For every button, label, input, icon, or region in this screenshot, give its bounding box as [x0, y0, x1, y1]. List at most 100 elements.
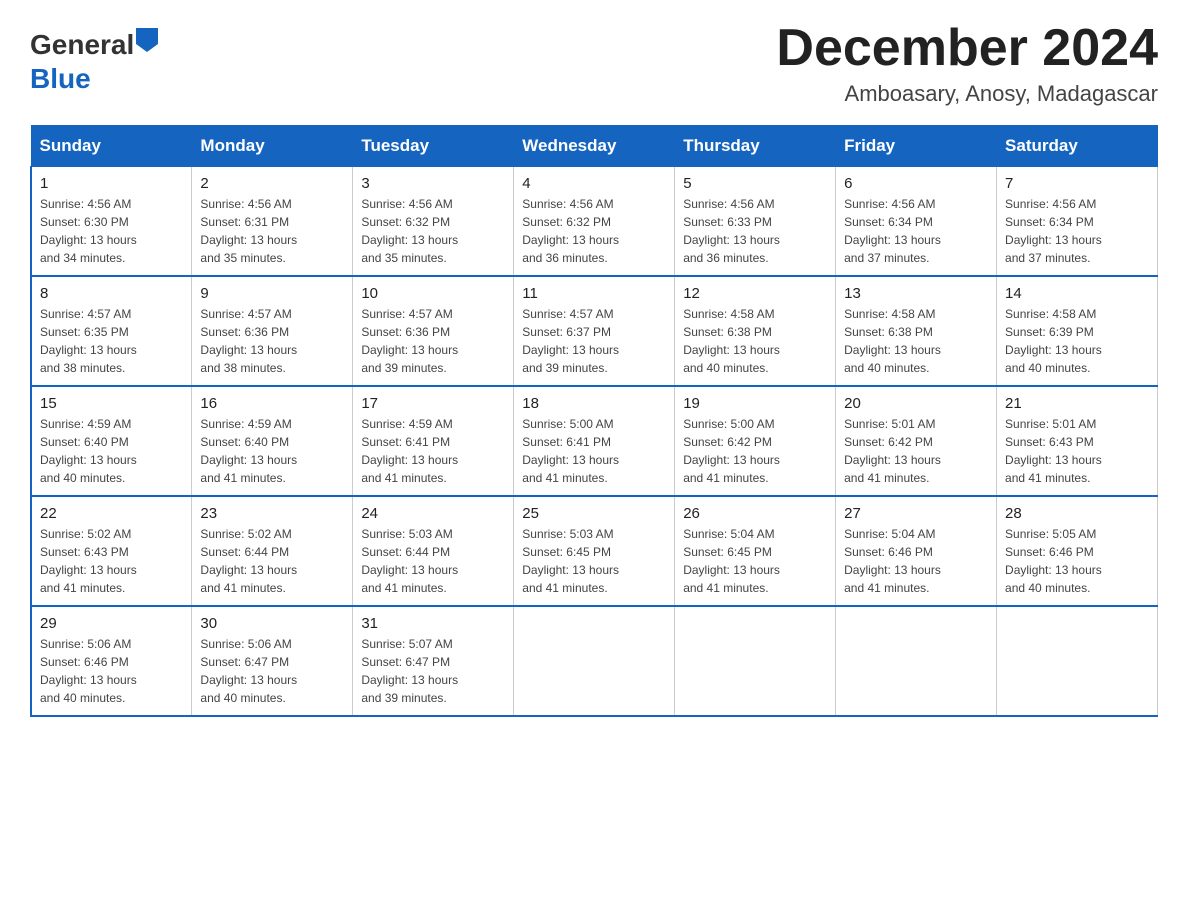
weekday-header-monday: Monday	[192, 126, 353, 167]
month-title: December 2024	[776, 20, 1158, 77]
calendar-day-cell: 16 Sunrise: 4:59 AMSunset: 6:40 PMDayligh…	[192, 386, 353, 496]
weekday-header-tuesday: Tuesday	[353, 126, 514, 167]
day-info: Sunrise: 5:02 AMSunset: 6:44 PMDaylight:…	[200, 525, 344, 597]
day-number: 30	[200, 615, 344, 632]
calendar-day-cell	[514, 606, 675, 716]
calendar-day-cell	[997, 606, 1158, 716]
day-number: 27	[844, 505, 988, 522]
weekday-header-wednesday: Wednesday	[514, 126, 675, 167]
calendar-day-cell: 22Sunrise: 5:02 AMSunset: 6:43 PMDayligh…	[31, 496, 192, 606]
day-number: 24	[361, 505, 505, 522]
calendar-day-cell: 26 Sunrise: 5:04 AMSunset: 6:45 PMDayligh…	[675, 496, 836, 606]
day-number: 3	[361, 175, 505, 192]
day-info: Sunrise: 4:56 AMSunset: 6:31 PMDaylight:…	[200, 195, 344, 267]
day-number: 7	[1005, 175, 1149, 192]
calendar-day-cell: 23Sunrise: 5:02 AMSunset: 6:44 PMDayligh…	[192, 496, 353, 606]
calendar-day-cell: 31 Sunrise: 5:07 AMSunset: 6:47 PMDayligh…	[353, 606, 514, 716]
calendar-day-cell: 2Sunrise: 4:56 AMSunset: 6:31 PMDaylight…	[192, 167, 353, 277]
weekday-header-saturday: Saturday	[997, 126, 1158, 167]
calendar-day-cell: 1 Sunrise: 4:56 AMSunset: 6:30 PMDaylight…	[31, 167, 192, 277]
day-number: 9	[200, 285, 344, 302]
logo-general: General	[30, 28, 134, 62]
calendar-day-cell: 9 Sunrise: 4:57 AMSunset: 6:36 PMDaylight…	[192, 276, 353, 386]
day-info: Sunrise: 5:00 AMSunset: 6:41 PMDaylight:…	[522, 415, 666, 487]
day-info: Sunrise: 4:59 AMSunset: 6:41 PMDaylight:…	[361, 415, 505, 487]
logo-blue: Blue	[30, 62, 158, 96]
calendar-day-cell: 24 Sunrise: 5:03 AMSunset: 6:44 PMDayligh…	[353, 496, 514, 606]
location-subtitle: Amboasary, Anosy, Madagascar	[776, 81, 1158, 107]
day-info: Sunrise: 4:57 AMSunset: 6:35 PMDaylight:…	[40, 305, 183, 377]
day-info: Sunrise: 4:56 AMSunset: 6:30 PMDaylight:…	[40, 195, 183, 267]
calendar-day-cell: 28 Sunrise: 5:05 AMSunset: 6:46 PMDayligh…	[997, 496, 1158, 606]
day-number: 1	[40, 175, 183, 192]
calendar-week-row: 29Sunrise: 5:06 AMSunset: 6:46 PMDayligh…	[31, 606, 1158, 716]
calendar-day-cell: 7 Sunrise: 4:56 AMSunset: 6:34 PMDaylight…	[997, 167, 1158, 277]
calendar-week-row: 1 Sunrise: 4:56 AMSunset: 6:30 PMDaylight…	[31, 167, 1158, 277]
day-number: 17	[361, 395, 505, 412]
calendar-day-cell	[675, 606, 836, 716]
day-number: 31	[361, 615, 505, 632]
day-info: Sunrise: 5:03 AMSunset: 6:44 PMDaylight:…	[361, 525, 505, 597]
day-info: Sunrise: 4:58 AMSunset: 6:39 PMDaylight:…	[1005, 305, 1149, 377]
logo: General Blue	[30, 20, 158, 95]
day-info: Sunrise: 4:57 AMSunset: 6:36 PMDaylight:…	[200, 305, 344, 377]
day-number: 8	[40, 285, 183, 302]
day-number: 15	[40, 395, 183, 412]
calendar-day-cell: 18 Sunrise: 5:00 AMSunset: 6:41 PMDayligh…	[514, 386, 675, 496]
day-info: Sunrise: 5:04 AMSunset: 6:46 PMDaylight:…	[844, 525, 988, 597]
calendar-day-cell: 10Sunrise: 4:57 AMSunset: 6:36 PMDayligh…	[353, 276, 514, 386]
day-number: 14	[1005, 285, 1149, 302]
day-number: 20	[844, 395, 988, 412]
calendar-week-row: 22Sunrise: 5:02 AMSunset: 6:43 PMDayligh…	[31, 496, 1158, 606]
calendar-day-cell: 20 Sunrise: 5:01 AMSunset: 6:42 PMDayligh…	[836, 386, 997, 496]
calendar-day-cell: 11 Sunrise: 4:57 AMSunset: 6:37 PMDayligh…	[514, 276, 675, 386]
calendar-day-cell: 3Sunrise: 4:56 AMSunset: 6:32 PMDaylight…	[353, 167, 514, 277]
calendar-day-cell	[836, 606, 997, 716]
day-number: 5	[683, 175, 827, 192]
day-info: Sunrise: 5:02 AMSunset: 6:43 PMDaylight:…	[40, 525, 183, 597]
calendar-day-cell: 14 Sunrise: 4:58 AMSunset: 6:39 PMDayligh…	[997, 276, 1158, 386]
calendar-table: SundayMondayTuesdayWednesdayThursdayFrid…	[30, 125, 1158, 717]
day-info: Sunrise: 5:01 AMSunset: 6:43 PMDaylight:…	[1005, 415, 1149, 487]
day-info: Sunrise: 5:06 AMSunset: 6:46 PMDaylight:…	[40, 635, 183, 707]
calendar-day-cell: 19 Sunrise: 5:00 AMSunset: 6:42 PMDayligh…	[675, 386, 836, 496]
day-info: Sunrise: 4:56 AMSunset: 6:34 PMDaylight:…	[1005, 195, 1149, 267]
day-number: 18	[522, 395, 666, 412]
day-number: 26	[683, 505, 827, 522]
calendar-day-cell: 13Sunrise: 4:58 AMSunset: 6:38 PMDayligh…	[836, 276, 997, 386]
day-number: 19	[683, 395, 827, 412]
day-number: 25	[522, 505, 666, 522]
day-number: 4	[522, 175, 666, 192]
weekday-header-row: SundayMondayTuesdayWednesdayThursdayFrid…	[31, 126, 1158, 167]
day-number: 11	[522, 285, 666, 302]
day-info: Sunrise: 5:01 AMSunset: 6:42 PMDaylight:…	[844, 415, 988, 487]
calendar-day-cell: 27 Sunrise: 5:04 AMSunset: 6:46 PMDayligh…	[836, 496, 997, 606]
day-info: Sunrise: 4:56 AMSunset: 6:32 PMDaylight:…	[522, 195, 666, 267]
day-info: Sunrise: 4:59 AMSunset: 6:40 PMDaylight:…	[200, 415, 344, 487]
calendar-day-cell: 29Sunrise: 5:06 AMSunset: 6:46 PMDayligh…	[31, 606, 192, 716]
day-number: 6	[844, 175, 988, 192]
calendar-day-cell: 15 Sunrise: 4:59 AMSunset: 6:40 PMDayligh…	[31, 386, 192, 496]
day-info: Sunrise: 5:07 AMSunset: 6:47 PMDaylight:…	[361, 635, 505, 707]
day-info: Sunrise: 5:05 AMSunset: 6:46 PMDaylight:…	[1005, 525, 1149, 597]
calendar-day-cell: 8 Sunrise: 4:57 AMSunset: 6:35 PMDaylight…	[31, 276, 192, 386]
title-area: December 2024 Amboasary, Anosy, Madagasc…	[776, 20, 1158, 107]
logo-icon	[136, 28, 158, 52]
day-info: Sunrise: 4:57 AMSunset: 6:37 PMDaylight:…	[522, 305, 666, 377]
day-info: Sunrise: 4:58 AMSunset: 6:38 PMDaylight:…	[683, 305, 827, 377]
day-number: 28	[1005, 505, 1149, 522]
calendar-day-cell: 4 Sunrise: 4:56 AMSunset: 6:32 PMDaylight…	[514, 167, 675, 277]
day-number: 16	[200, 395, 344, 412]
calendar-day-cell: 30Sunrise: 5:06 AMSunset: 6:47 PMDayligh…	[192, 606, 353, 716]
day-info: Sunrise: 5:03 AMSunset: 6:45 PMDaylight:…	[522, 525, 666, 597]
day-info: Sunrise: 4:57 AMSunset: 6:36 PMDaylight:…	[361, 305, 505, 377]
calendar-day-cell: 25 Sunrise: 5:03 AMSunset: 6:45 PMDayligh…	[514, 496, 675, 606]
calendar-day-cell: 17 Sunrise: 4:59 AMSunset: 6:41 PMDayligh…	[353, 386, 514, 496]
day-info: Sunrise: 4:59 AMSunset: 6:40 PMDaylight:…	[40, 415, 183, 487]
weekday-header-thursday: Thursday	[675, 126, 836, 167]
day-info: Sunrise: 5:04 AMSunset: 6:45 PMDaylight:…	[683, 525, 827, 597]
weekday-header-sunday: Sunday	[31, 126, 192, 167]
day-info: Sunrise: 5:00 AMSunset: 6:42 PMDaylight:…	[683, 415, 827, 487]
day-info: Sunrise: 4:56 AMSunset: 6:33 PMDaylight:…	[683, 195, 827, 267]
day-info: Sunrise: 4:56 AMSunset: 6:34 PMDaylight:…	[844, 195, 988, 267]
